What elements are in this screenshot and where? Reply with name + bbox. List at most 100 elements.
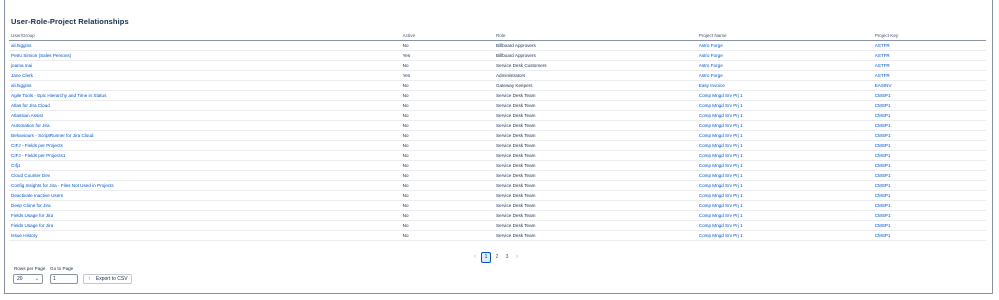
project-key-link[interactable]: ASTFR: [875, 73, 890, 78]
project-name-cell: Comp Mngd Srv Prj 1: [696, 100, 873, 111]
project-name-link[interactable]: Comp Mngd Srv Prj 1: [699, 153, 743, 158]
project-key-link[interactable]: CMSP1: [875, 173, 891, 178]
project-name-link[interactable]: Astro Forge: [699, 63, 723, 68]
user-link[interactable]: Atlas for Jira Cloud: [11, 103, 50, 108]
project-name-link[interactable]: Comp Mngd Srv Prj 1: [699, 163, 743, 168]
role-cell: Service Desk Team: [493, 110, 697, 121]
user-link[interactable]: Automation for Jira: [11, 123, 50, 128]
user-cell: Issue History: [9, 230, 401, 241]
project-key-cell: EASINV: [872, 80, 986, 91]
project-name-link[interactable]: Comp Mngd Srv Prj 1: [699, 233, 743, 238]
rows-per-page-select[interactable]: 20 ⌄: [13, 274, 43, 284]
active-cell: No: [400, 80, 494, 91]
project-name-link[interactable]: Comp Mngd Srv Prj 1: [699, 93, 743, 98]
project-name-link[interactable]: Comp Mngd Srv Prj 1: [699, 113, 743, 118]
table-row: ali.higgins No Gateway Keepers Easy Invoice…: [9, 80, 986, 91]
go-to-page-input[interactable]: 1: [50, 274, 78, 284]
project-key-link[interactable]: ASTFR: [875, 43, 890, 48]
role-cell: Gateway Keepers: [493, 80, 697, 91]
project-name-link[interactable]: Comp Mngd Srv Prj 1: [699, 223, 743, 228]
user-link[interactable]: Petru Simion (Sales Persons): [11, 53, 71, 58]
project-key-link[interactable]: CMSP1: [875, 123, 891, 128]
user-link[interactable]: Cloud Counter Dev: [11, 173, 50, 178]
project-key-link[interactable]: CMSP1: [875, 213, 891, 218]
project-name-link[interactable]: Comp Mngd Srv Prj 1: [699, 143, 743, 148]
column-header-project-name[interactable]: Project Name: [696, 31, 873, 41]
project-key-link[interactable]: CMSP1: [875, 103, 891, 108]
project-key-cell: CMSP1: [872, 140, 986, 151]
project-name-cell: Comp Mngd Srv Prj 1: [696, 190, 873, 201]
table-row: Jane Clerk Yes Administrators Astro Forge AS…: [9, 70, 986, 81]
project-key-link[interactable]: CMSP1: [875, 113, 891, 118]
project-name-cell: Comp Mngd Srv Prj 1: [696, 200, 873, 211]
user-link[interactable]: Agile Tools - Epic Hierarchy and Time in…: [11, 93, 106, 98]
page-button-3[interactable]: 3: [503, 253, 511, 262]
project-name-link[interactable]: Easy Invoice: [699, 83, 725, 88]
project-name-link[interactable]: Comp Mngd Srv Prj 1: [699, 213, 743, 218]
project-key-link[interactable]: CMSP1: [875, 163, 891, 168]
project-key-link[interactable]: CMSP1: [875, 193, 891, 198]
table-row: joama mai No Service Desk Customers Astro F…: [9, 60, 986, 71]
user-cell: Behaviours - ScriptRunner for Jira Cloud: [9, 130, 401, 141]
column-header-role[interactable]: Role: [493, 31, 697, 41]
project-name-link[interactable]: Comp Mngd Srv Prj 1: [699, 203, 743, 208]
project-name-link[interactable]: Comp Mngd Srv Prj 1: [699, 133, 743, 138]
user-link[interactable]: CIFJ - Fields per Projects1: [11, 153, 65, 158]
project-key-link[interactable]: CMSP1: [875, 233, 891, 238]
user-link[interactable]: Jane Clerk: [11, 73, 33, 78]
user-link[interactable]: ali.higgins: [11, 43, 31, 48]
project-name-link[interactable]: Comp Mngd Srv Prj 1: [699, 173, 743, 178]
table-row: Atlassian Assist No Service Desk Team Comp …: [9, 110, 986, 121]
project-name-cell: Comp Mngd Srv Prj 1: [696, 220, 873, 231]
page-button-1[interactable]: 1: [481, 252, 491, 263]
project-name-cell: Astro Forge: [696, 60, 873, 71]
project-name-cell: Comp Mngd Srv Prj 1: [696, 120, 873, 131]
page-button-2[interactable]: 2: [493, 253, 501, 262]
user-link[interactable]: Issue History: [11, 233, 38, 238]
user-link[interactable]: Atlassian Assist: [11, 113, 43, 118]
project-key-link[interactable]: CMSP1: [875, 223, 891, 228]
user-cell: ali.higgins: [9, 40, 401, 51]
project-key-link[interactable]: CMSP1: [875, 203, 891, 208]
user-link[interactable]: Behaviours - ScriptRunner for Jira Cloud: [11, 133, 93, 138]
project-key-link[interactable]: ASTFR: [875, 63, 890, 68]
project-key-link[interactable]: CMSP1: [875, 143, 891, 148]
rows-per-page-label: Rows per Page: [14, 266, 46, 271]
user-link[interactable]: CIFJ - Fields per Projects: [11, 143, 63, 148]
export-csv-button[interactable]: ↑ Export to CSV: [83, 274, 132, 284]
active-cell: No: [400, 130, 494, 141]
column-header-user[interactable]: User/Group: [9, 31, 401, 41]
role-cell: Service Desk Team: [493, 170, 697, 181]
user-link[interactable]: CIfj1: [11, 163, 20, 168]
project-name-link[interactable]: Comp Mngd Srv Prj 1: [699, 193, 743, 198]
project-key-link[interactable]: CMSP1: [875, 183, 891, 188]
table-header-row: User/Group Active Role Project Name Proj…: [9, 31, 986, 41]
user-link[interactable]: joama mai: [11, 63, 32, 68]
user-cell: Config Insights for Jira - Files Not Use…: [9, 180, 401, 191]
chevron-left-icon[interactable]: ‹: [471, 253, 479, 262]
project-name-link[interactable]: Comp Mngd Srv Prj 1: [699, 123, 743, 128]
project-key-link[interactable]: ASTFR: [875, 53, 890, 58]
project-name-link[interactable]: Astro Forge: [699, 53, 723, 58]
active-cell: No: [400, 60, 494, 71]
user-link[interactable]: Fields Usage for Jira: [11, 223, 53, 228]
column-header-project-key[interactable]: Project Key: [872, 31, 986, 41]
user-link[interactable]: Fields Usage for Jira: [11, 213, 53, 218]
project-key-link[interactable]: CMSP1: [875, 133, 891, 138]
column-header-active[interactable]: Active: [400, 31, 494, 41]
user-link[interactable]: Config Insights for Jira - Files Not Use…: [11, 183, 114, 188]
user-link[interactable]: Deactivate Inactive Users: [11, 193, 63, 198]
project-key-cell: CMSP1: [872, 220, 986, 231]
project-name-link[interactable]: Astro Forge: [699, 73, 723, 78]
active-cell: No: [400, 220, 494, 231]
project-key-link[interactable]: CMSP1: [875, 93, 891, 98]
user-link[interactable]: Deep Clone for Jira: [11, 203, 51, 208]
project-name-cell: Astro Forge: [696, 40, 873, 51]
user-link[interactable]: ali.higgins: [11, 83, 31, 88]
project-name-link[interactable]: Comp Mngd Srv Prj 1: [699, 183, 743, 188]
project-name-link[interactable]: Comp Mngd Srv Prj 1: [699, 103, 743, 108]
project-name-link[interactable]: Astro Forge: [699, 43, 723, 48]
project-key-link[interactable]: EASINV: [875, 83, 892, 88]
project-key-link[interactable]: CMSP1: [875, 153, 891, 158]
chevron-right-icon[interactable]: ›: [513, 253, 521, 262]
